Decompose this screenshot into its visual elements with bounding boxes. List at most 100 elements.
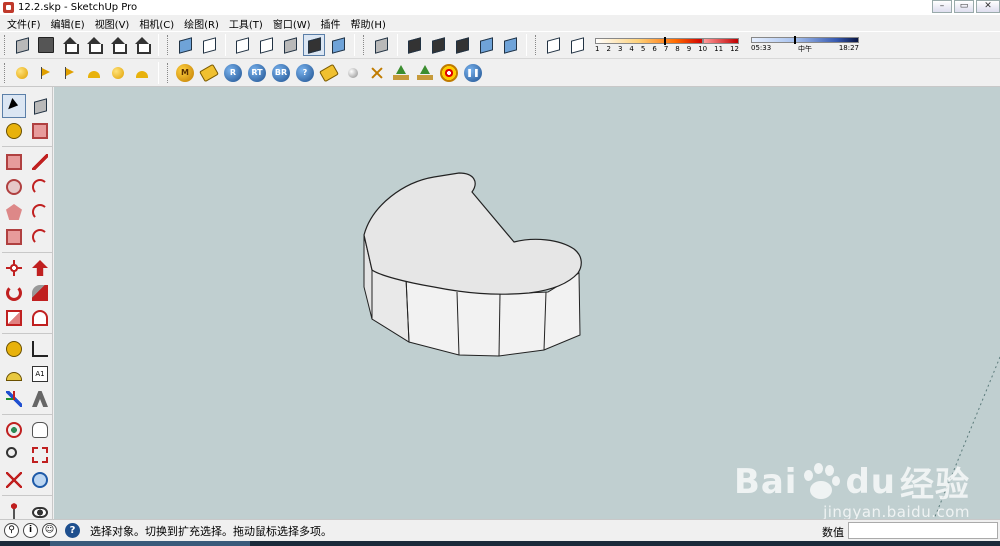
menu-tools[interactable]: 工具(T)	[224, 16, 268, 31]
dot-plugin-button[interactable]	[342, 62, 364, 84]
pin-button[interactable]	[131, 62, 153, 84]
arc2-tool[interactable]	[28, 225, 52, 249]
menu-draw[interactable]: 绘图(R)	[179, 16, 224, 31]
toolbar-grip[interactable]	[535, 35, 538, 55]
menu-help[interactable]: 帮助(H)	[346, 16, 391, 31]
user-account-icon[interactable]: ☺	[42, 523, 57, 538]
toolbar-grip[interactable]	[167, 62, 170, 83]
zoom-window-tool[interactable]	[28, 443, 52, 467]
shaded-style-button[interactable]	[279, 34, 301, 56]
instructor-help-icon[interactable]: ?	[65, 523, 80, 538]
help-plugin-button[interactable]: ?	[294, 62, 316, 84]
zoom-tool[interactable]	[2, 443, 26, 467]
tag-plugin-button[interactable]	[198, 62, 220, 84]
shadow-settings-button[interactable]	[542, 34, 564, 56]
circle-tool[interactable]	[2, 175, 26, 199]
shaded-textures-style-button[interactable]	[303, 34, 325, 56]
menu-window[interactable]: 窗口(W)	[268, 16, 316, 31]
monochrome-style-button[interactable]	[327, 34, 349, 56]
menu-edit[interactable]: 编辑(E)	[46, 16, 90, 31]
scale-tool[interactable]	[2, 306, 26, 330]
make-component-tool[interactable]	[28, 94, 52, 118]
eraser-tool[interactable]	[28, 119, 52, 143]
line-tool[interactable]	[28, 150, 52, 174]
geo-location-icon[interactable]: ⚲	[4, 523, 19, 538]
polygon-tool[interactable]	[2, 200, 26, 224]
dimension-tool[interactable]	[28, 337, 52, 361]
menu-file[interactable]: 文件(F)	[2, 16, 46, 31]
m-plugin-button[interactable]: M	[174, 62, 196, 84]
back-view-button[interactable]	[107, 34, 129, 56]
tape-measure-tool[interactable]	[2, 337, 26, 361]
extruded-shape-top[interactable]	[363, 172, 582, 295]
layer-4-button[interactable]	[451, 34, 473, 56]
month-slider-track-end[interactable]	[703, 37, 739, 44]
rectangle-tool[interactable]	[2, 150, 26, 174]
cross-plugin-button[interactable]	[366, 62, 388, 84]
left-view-button[interactable]	[131, 34, 153, 56]
offset-tool[interactable]	[28, 306, 52, 330]
backedge-style-button[interactable]	[198, 34, 220, 56]
iso-view-button[interactable]	[11, 34, 33, 56]
close-button[interactable]: ✕	[976, 0, 1000, 13]
protractor-tool[interactable]	[2, 362, 26, 386]
sphere-button[interactable]	[107, 62, 129, 84]
measurements-input[interactable]	[848, 522, 998, 539]
menu-view[interactable]: 视图(V)	[90, 16, 135, 31]
pan-tool[interactable]	[28, 418, 52, 442]
menu-camera[interactable]: 相机(C)	[134, 16, 179, 31]
right-view-button[interactable]	[83, 34, 105, 56]
text-tool[interactable]: A1	[28, 362, 52, 386]
move-tool[interactable]	[2, 256, 26, 280]
layer-6-button[interactable]	[499, 34, 521, 56]
layer-1-button[interactable]	[370, 34, 392, 56]
layer-5-button[interactable]	[475, 34, 497, 56]
zoom-extents-tool[interactable]	[2, 468, 26, 492]
follow-me-tool[interactable]	[28, 281, 52, 305]
time-slider-track[interactable]	[751, 35, 859, 44]
drawing-viewport[interactable]: Bai du 经验 jingyan.baidu.com	[54, 87, 1000, 519]
menu-plugins[interactable]: 插件	[316, 16, 346, 31]
axes-tool[interactable]	[2, 387, 26, 411]
credits-icon[interactable]: i	[23, 523, 38, 538]
model-canvas[interactable]	[54, 87, 1000, 519]
wireframe-style-button[interactable]	[231, 34, 253, 56]
3d-text-tool[interactable]	[28, 387, 52, 411]
toolbar-grip[interactable]	[167, 35, 170, 55]
paint-bucket-tool[interactable]	[2, 119, 26, 143]
xray-style-button[interactable]	[174, 34, 196, 56]
layer-3-button[interactable]	[427, 34, 449, 56]
tree2-plugin-button[interactable]	[414, 62, 436, 84]
month-slider[interactable]: 1 2 3 4 5 6 7 8 9 10 11 12	[595, 32, 739, 58]
top-view-button[interactable]	[35, 34, 57, 56]
toolbar-grip[interactable]	[363, 35, 366, 55]
hiddenline-style-button[interactable]	[255, 34, 277, 56]
rotate-tool[interactable]	[2, 281, 26, 305]
previous-view-tool[interactable]	[28, 468, 52, 492]
tag2-plugin-button[interactable]	[318, 62, 340, 84]
minimize-button[interactable]: –	[932, 0, 952, 13]
flag-button[interactable]	[59, 62, 81, 84]
r-plugin-button[interactable]: R	[222, 62, 244, 84]
pie-tool[interactable]	[2, 225, 26, 249]
select-tool[interactable]	[2, 94, 26, 118]
orbit-tool[interactable]	[2, 418, 26, 442]
tree1-plugin-button[interactable]	[390, 62, 412, 84]
br-plugin-button[interactable]: BR	[270, 62, 292, 84]
front-view-button[interactable]	[59, 34, 81, 56]
sandbox-ball-button[interactable]	[11, 62, 33, 84]
half-dome-button[interactable]	[83, 62, 105, 84]
rt-plugin-button[interactable]: RT	[246, 62, 268, 84]
from-contours-button[interactable]	[35, 62, 57, 84]
maximize-button[interactable]: ▭	[954, 0, 974, 13]
arc-tool[interactable]	[28, 200, 52, 224]
freehand-tool[interactable]	[28, 175, 52, 199]
month-slider-track[interactable]	[595, 36, 703, 45]
target-plugin-button[interactable]	[438, 62, 460, 84]
layer-2-button[interactable]	[403, 34, 425, 56]
pause-plugin-button[interactable]: ❚❚	[462, 62, 484, 84]
push-pull-tool[interactable]	[28, 256, 52, 280]
time-slider[interactable]: 05:33 中午 18:27	[751, 32, 859, 58]
toolbar-grip[interactable]	[4, 62, 7, 83]
display-shadows-button[interactable]	[566, 34, 588, 56]
